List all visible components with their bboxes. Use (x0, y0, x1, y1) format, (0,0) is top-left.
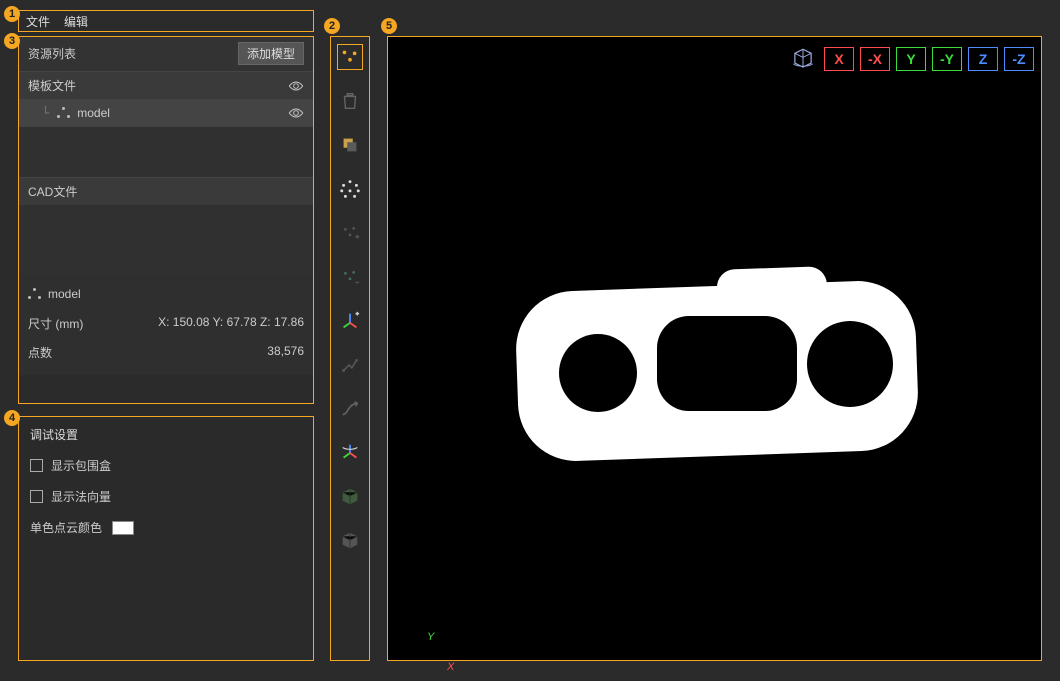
add-model-button[interactable]: 添加模型 (238, 42, 304, 65)
axis-button-negZ[interactable]: -Z (1004, 47, 1034, 71)
points-label: 点数 (28, 344, 52, 361)
tool-select-points[interactable] (337, 44, 363, 70)
callout-4: 4 (4, 410, 20, 426)
orbit-cube-icon[interactable] (788, 44, 818, 74)
axis-button-Y[interactable]: Y (896, 47, 926, 71)
tool-layer[interactable] (337, 132, 363, 158)
checkbox-show-normals[interactable]: 显示法向量 (30, 488, 302, 505)
model-info: model 尺寸 (mm) X: 150.08 Y: 67.78 Z: 17.8… (18, 275, 314, 375)
gizmo-y-label: Y (427, 631, 434, 643)
debug-panel: 调试设置 显示包围盒 显示法向量 单色点云颜色 (18, 416, 314, 661)
size-value: X: 150.08 Y: 67.78 Z: 17.86 (158, 315, 304, 332)
axis-button-negY[interactable]: -Y (932, 47, 962, 71)
points-icon (28, 288, 42, 300)
tool-cube-wire[interactable] (337, 528, 363, 554)
menu-edit[interactable]: 编辑 (64, 13, 88, 30)
viewport-3d[interactable]: X-XY-YZ-Z Y X (387, 36, 1042, 661)
tree-item-label: model (77, 106, 110, 120)
left-panel: 资源列表 添加模型 模板文件 └ model (18, 36, 314, 375)
model-render (517, 266, 917, 466)
templates-header[interactable]: 模板文件 (28, 77, 76, 94)
callout-1: 1 (4, 6, 20, 22)
menu-file[interactable]: 文件 (26, 13, 50, 30)
debug-title: 调试设置 (30, 426, 302, 443)
points-icon (57, 107, 71, 119)
mono-color-label: 单色点云颜色 (30, 519, 102, 536)
checkbox-label: 显示法向量 (51, 488, 111, 505)
axis-button-negX[interactable]: -X (860, 47, 890, 71)
points-value: 38,576 (267, 344, 304, 361)
tool-axes-orbit[interactable] (337, 440, 363, 466)
gizmo-x-label: X (447, 661, 454, 673)
cad-header[interactable]: CAD文件 (28, 183, 77, 200)
tool-cube-solid[interactable] (337, 484, 363, 510)
checkbox-label: 显示包围盒 (51, 457, 111, 474)
callout-5: 5 (381, 18, 397, 34)
tool-add-points[interactable] (337, 220, 363, 246)
tool-strip (330, 36, 370, 661)
size-label: 尺寸 (mm) (28, 315, 83, 332)
info-model-name: model (48, 287, 81, 301)
tool-transform[interactable] (337, 352, 363, 378)
tree-item-model[interactable]: └ model (18, 99, 314, 127)
axis-button-X[interactable]: X (824, 47, 854, 71)
tool-axes-add[interactable] (337, 308, 363, 334)
tool-subtract-points[interactable] (337, 264, 363, 290)
tool-trash[interactable] (337, 88, 363, 114)
mono-color-swatch[interactable] (112, 521, 134, 535)
menubar: 文件 编辑 (18, 10, 314, 32)
checkbox-show-bbox[interactable]: 显示包围盒 (30, 457, 302, 474)
tool-curve[interactable] (337, 396, 363, 422)
callout-3: 3 (4, 33, 20, 49)
eye-icon[interactable] (288, 78, 304, 94)
resource-list-title: 资源列表 (28, 45, 76, 62)
view-axis-bar: X-XY-YZ-Z (788, 44, 1034, 74)
tool-sample-sparse[interactable] (337, 176, 363, 202)
eye-icon[interactable] (288, 105, 304, 121)
callout-2: 2 (324, 18, 340, 34)
axis-button-Z[interactable]: Z (968, 47, 998, 71)
